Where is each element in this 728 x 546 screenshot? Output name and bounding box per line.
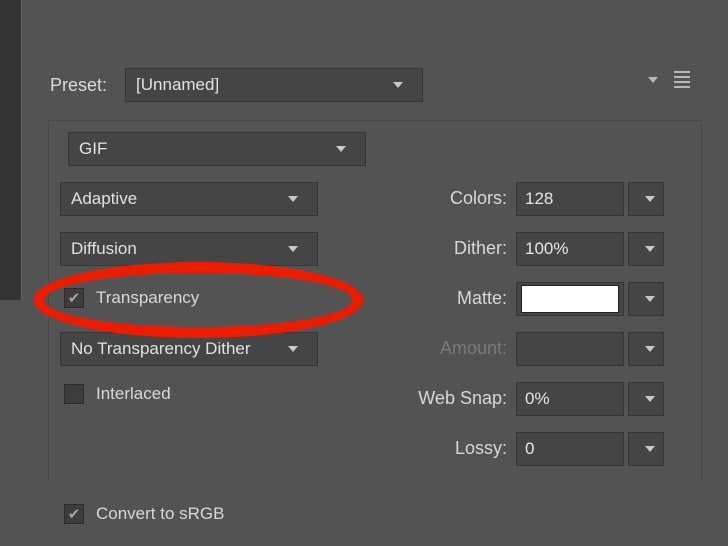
panel-divider-left <box>0 0 22 300</box>
transparency-checkbox[interactable] <box>64 288 84 308</box>
transparency-dither-value: No Transparency Dither <box>71 339 251 359</box>
lossy-input[interactable] <box>516 432 624 466</box>
preset-value: [Unnamed] <box>136 75 219 95</box>
matte-label: Matte: <box>392 288 507 309</box>
lossy-label: Lossy: <box>392 438 507 459</box>
matte-stepper[interactable] <box>628 282 664 316</box>
dither-label: Dither: <box>392 238 507 259</box>
preset-row: Preset: [Unnamed] <box>50 68 423 102</box>
interlaced-label: Interlaced <box>96 384 171 404</box>
transparency-label: Transparency <box>96 288 199 308</box>
chevron-down-icon <box>327 146 355 152</box>
websnap-input[interactable] <box>516 382 624 416</box>
chevron-down-icon <box>279 196 307 202</box>
chevron-down-icon <box>279 346 307 352</box>
interlaced-checkbox[interactable] <box>64 384 84 404</box>
websnap-stepper[interactable] <box>628 382 664 416</box>
chevron-down-icon <box>637 346 663 352</box>
format-value: GIF <box>79 139 107 159</box>
convert-srgb-checkbox[interactable] <box>64 504 84 524</box>
dither-algo-value: Diffusion <box>71 239 137 259</box>
menu-icon[interactable] <box>674 71 690 88</box>
websnap-label: Web Snap: <box>392 388 507 409</box>
chevron-down-icon <box>637 446 663 452</box>
convert-srgb-row[interactable]: Convert to sRGB <box>64 504 225 524</box>
dither-input[interactable] <box>516 232 624 266</box>
amount-stepper <box>628 332 664 366</box>
color-reduction-dropdown[interactable]: Adaptive <box>60 182 318 216</box>
colors-input[interactable] <box>516 182 624 216</box>
interlaced-checkbox-row[interactable]: Interlaced <box>64 384 171 404</box>
convert-srgb-label: Convert to sRGB <box>96 504 225 524</box>
colors-stepper[interactable] <box>628 182 664 216</box>
matte-color-swatch[interactable] <box>521 285 619 313</box>
chevron-down-icon <box>637 396 663 402</box>
color-reduction-value: Adaptive <box>71 189 137 209</box>
chevron-down-icon <box>384 82 412 88</box>
chevron-down-icon <box>637 246 663 252</box>
chevron-down-icon <box>637 296 663 302</box>
chevron-down-icon <box>279 246 307 252</box>
preset-dropdown[interactable]: [Unnamed] <box>125 68 423 102</box>
format-dropdown[interactable]: GIF <box>68 132 366 166</box>
amount-label: Amount: <box>392 338 507 359</box>
matte-swatch-container[interactable] <box>516 282 624 316</box>
colors-label: Colors: <box>392 188 507 209</box>
dither-stepper[interactable] <box>628 232 664 266</box>
preset-label: Preset: <box>50 75 107 96</box>
transparency-checkbox-row[interactable]: Transparency <box>64 288 199 308</box>
lossy-stepper[interactable] <box>628 432 664 466</box>
dropdown-icon[interactable] <box>648 77 658 83</box>
amount-input <box>516 332 624 366</box>
dither-algo-dropdown[interactable]: Diffusion <box>60 232 318 266</box>
preset-actions <box>648 71 690 88</box>
transparency-dither-dropdown[interactable]: No Transparency Dither <box>60 332 318 366</box>
chevron-down-icon <box>637 196 663 202</box>
